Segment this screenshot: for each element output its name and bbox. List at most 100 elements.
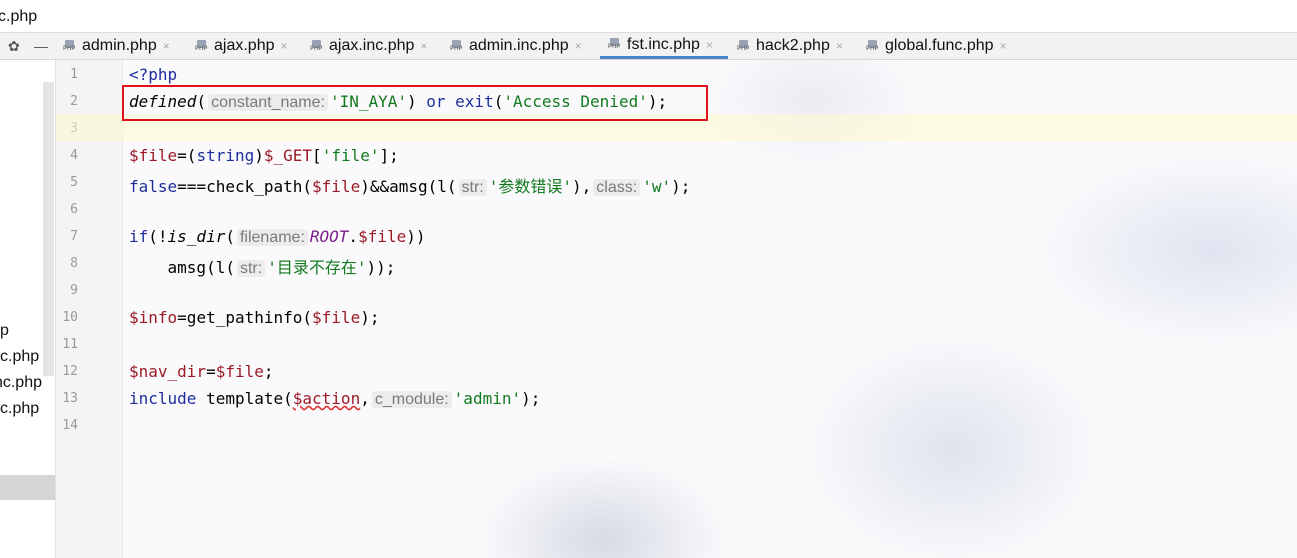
code-token: , — [360, 389, 370, 408]
editor-tab-bar: ✿ — admin.php × ajax.php × ajax.inc.php … — [0, 32, 1297, 60]
line-number: 2 — [70, 94, 78, 109]
code-string: 'admin' — [453, 389, 522, 408]
code-token: = — [206, 362, 216, 381]
code-constant: ROOT — [309, 227, 349, 246]
code-variable: $file — [312, 177, 361, 196]
code-string: 'w' — [642, 177, 672, 196]
tab-label: ajax.inc.php — [329, 37, 415, 54]
code-token: (! — [148, 227, 168, 246]
close-icon[interactable]: × — [706, 38, 713, 52]
code-line-5[interactable]: false===check_path($file)&&amsg(l(str: '参… — [129, 173, 690, 197]
annotation-highlight-box — [122, 85, 708, 121]
close-icon[interactable]: × — [281, 39, 288, 53]
php-file-icon — [195, 39, 210, 53]
project-selected-row[interactable] — [0, 475, 55, 500]
code-token: amsg(l( — [129, 258, 235, 277]
tab-label: fst.inc.php — [627, 35, 700, 53]
tab-label: ajax.php — [214, 37, 275, 54]
close-icon[interactable]: × — [163, 39, 170, 53]
code-keyword: if — [129, 227, 149, 246]
tab-label: admin.php — [82, 37, 157, 54]
parameter-hint: c_module: — [371, 391, 452, 408]
code-token: [ — [312, 146, 322, 165]
line-number: 8 — [70, 256, 78, 271]
code-token: . — [348, 227, 359, 246]
code-line-10[interactable]: $info=get_pathinfo($file); — [129, 308, 379, 327]
line-number: 7 — [70, 229, 78, 244]
php-open-tag: <?php — [129, 65, 178, 84]
close-icon[interactable]: × — [836, 39, 843, 53]
code-variable: $file — [215, 362, 264, 381]
line-number: 11 — [62, 337, 78, 352]
code-token: ; — [263, 362, 274, 381]
line-number: 14 — [62, 418, 78, 433]
line-number: 9 — [70, 283, 78, 298]
code-token: ===check_path( — [177, 177, 313, 196]
code-token: template( — [196, 389, 293, 408]
code-token: )) — [406, 227, 426, 246]
tab-label: admin.inc.php — [469, 37, 569, 54]
code-keyword: false — [129, 177, 178, 196]
code-token: )); — [366, 258, 396, 277]
close-icon[interactable]: × — [575, 39, 582, 53]
line-number: 13 — [62, 391, 78, 406]
minimize-icon[interactable]: — — [34, 33, 48, 59]
tab-admin-php[interactable]: admin.php × — [63, 33, 170, 59]
gear-icon[interactable]: ✿ — [8, 33, 20, 59]
tab-hack2-php[interactable]: hack2.php × — [737, 33, 843, 59]
line-number: 4 — [70, 148, 78, 163]
project-file-item[interactable]: nc.php — [0, 374, 42, 392]
parameter-hint: class: — [593, 179, 641, 196]
code-line-7[interactable]: if(!is_dir(filename: ROOT.$file)) — [129, 227, 426, 247]
code-string: 'file' — [321, 146, 380, 165]
code-string: '目录不存在' — [267, 258, 367, 277]
close-icon[interactable]: × — [420, 39, 427, 53]
tab-ajax-php[interactable]: ajax.php × — [195, 33, 288, 59]
code-token: ); — [671, 177, 691, 196]
line-number: 1 — [70, 67, 78, 82]
code-token: )&&amsg(l( — [360, 177, 457, 196]
code-line-8[interactable]: amsg(l(str: '目录不存在')); — [129, 254, 395, 278]
code-variable: $file — [312, 308, 361, 327]
code-line-4[interactable]: $file=(string)$_GET['file']; — [129, 146, 399, 165]
code-function: is_dir — [167, 227, 226, 246]
code-token: ]; — [379, 146, 399, 165]
code-line-1[interactable]: <?php — [129, 65, 177, 84]
code-line-12[interactable]: $nav_dir=$file; — [129, 362, 274, 381]
code-line-13[interactable]: include template($action, c_module:'admin… — [129, 389, 540, 409]
code-token: ), — [572, 177, 592, 196]
code-token: =( — [177, 146, 197, 165]
tab-global-func-php[interactable]: global.func.php × — [866, 33, 1007, 59]
code-token: ); — [521, 389, 541, 408]
tab-label: hack2.php — [756, 37, 830, 54]
php-file-icon — [63, 39, 78, 53]
line-number: 6 — [70, 202, 78, 217]
line-number: 12 — [62, 364, 78, 379]
php-file-icon — [310, 39, 325, 53]
close-icon[interactable]: × — [1000, 39, 1007, 53]
parameter-hint: filename: — [236, 229, 308, 246]
tab-ajax-inc-php[interactable]: ajax.inc.php × — [310, 33, 427, 59]
code-string: '参数错误' — [488, 177, 573, 196]
code-token: ( — [225, 227, 235, 246]
window-title-bar: c.php — [0, 0, 1297, 32]
code-keyword: string — [196, 146, 255, 165]
project-file-item[interactable]: p — [0, 322, 42, 340]
parameter-hint: str: — [458, 179, 487, 196]
tab-label: global.func.php — [885, 37, 994, 54]
parameter-hint: str: — [236, 260, 266, 277]
code-variable: $file — [358, 227, 407, 246]
php-file-icon — [450, 39, 465, 53]
project-file-item[interactable]: c.php — [0, 400, 42, 418]
code-token: =get_pathinfo( — [177, 308, 313, 327]
tab-fst-inc-php[interactable]: fst.inc.php × — [600, 33, 728, 59]
project-file-item[interactable]: c.php — [0, 348, 42, 366]
window-title: c.php — [0, 8, 38, 25]
php-file-icon — [737, 39, 752, 53]
code-token: ) — [254, 146, 264, 165]
code-variable: $file — [129, 146, 178, 165]
code-variable: $nav_dir — [129, 362, 207, 381]
php-file-icon — [608, 38, 623, 51]
line-number: 10 — [62, 310, 78, 325]
tab-admin-inc-php[interactable]: admin.inc.php × — [450, 33, 582, 59]
